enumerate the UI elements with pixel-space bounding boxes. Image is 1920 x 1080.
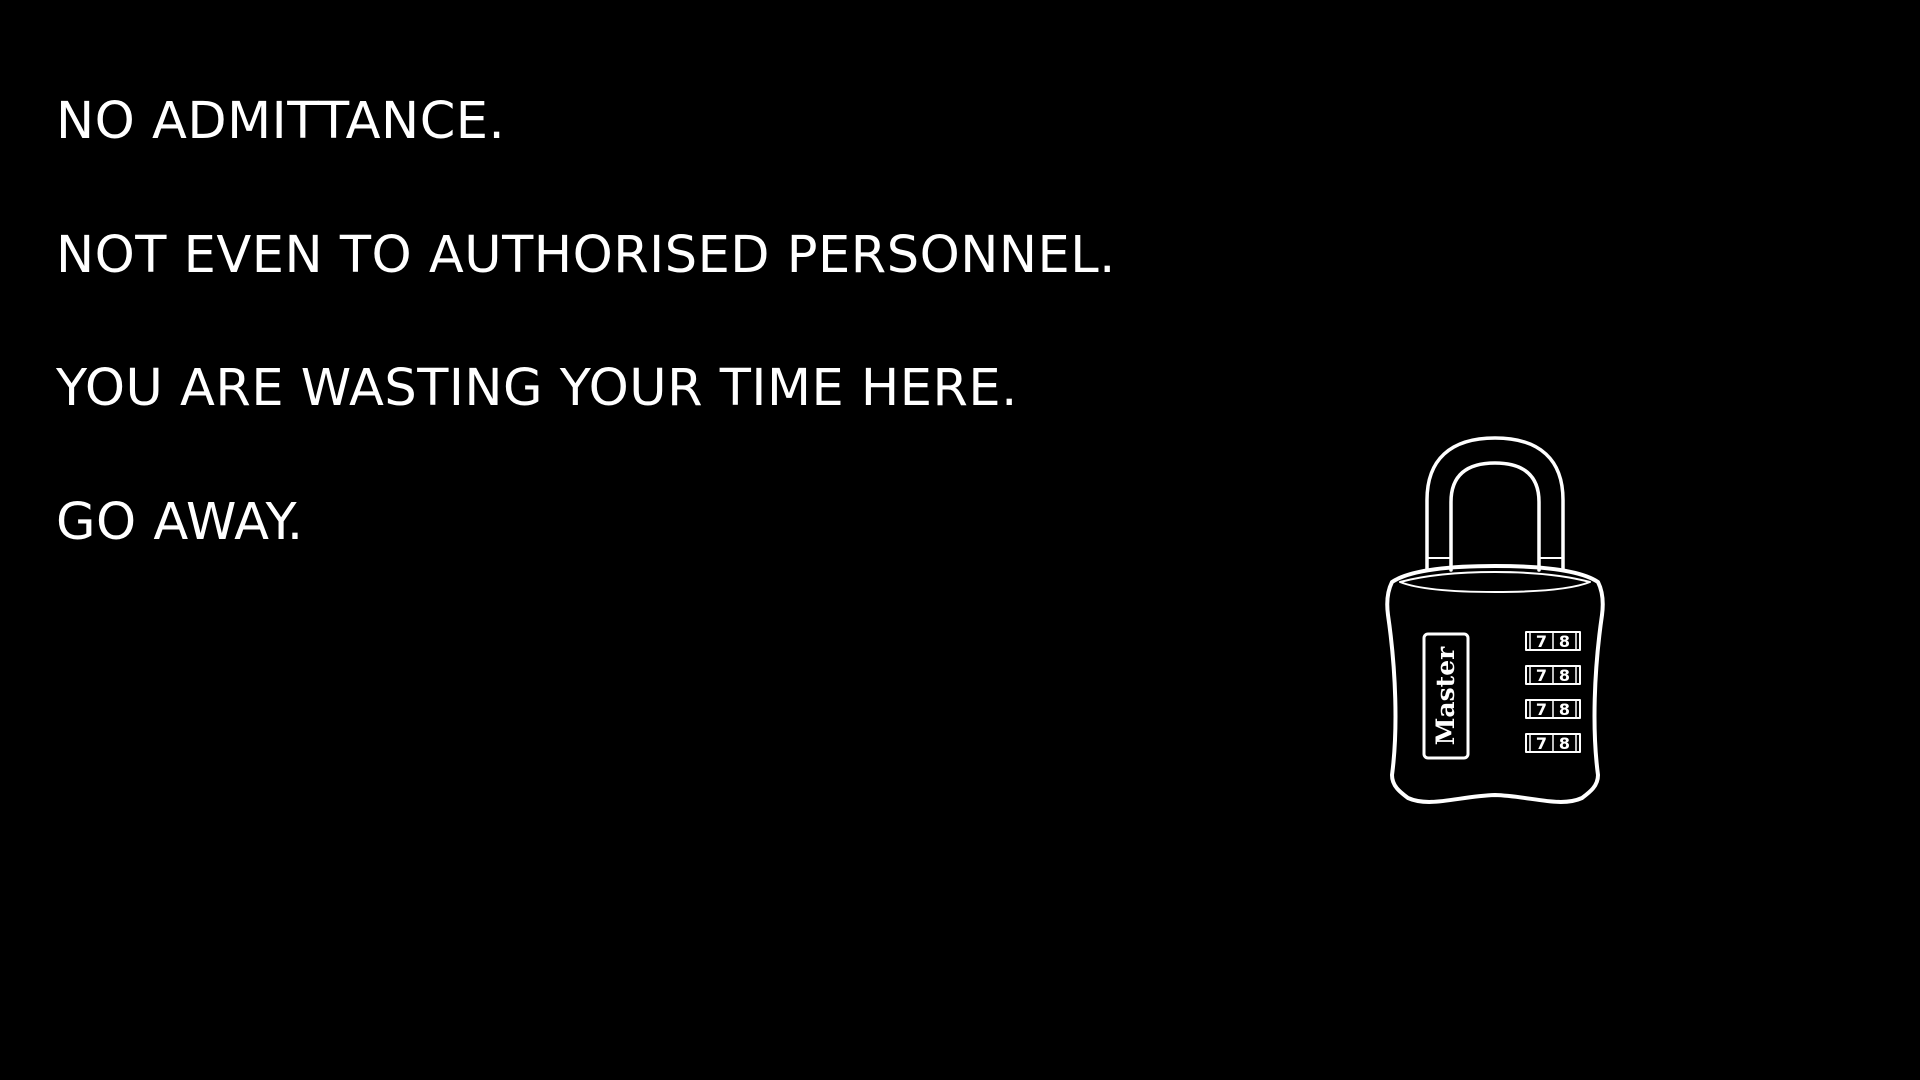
dial-digit-right: 8 — [1559, 734, 1570, 753]
padlock-dial: 7 8 — [1525, 631, 1581, 651]
padlock-dial: 7 8 — [1525, 733, 1581, 753]
no-admittance-screen: NO ADMITTANCE. NOT EVEN TO AUTHORISED PE… — [0, 0, 1920, 1080]
combination-padlock-icon: Master 7 8 7 8 7 8 7 8 — [1370, 430, 1620, 820]
padlock-brand-text: Master — [1431, 646, 1460, 745]
warning-line-go-away: GO AWAY. — [56, 492, 304, 552]
dial-digit-left: 7 — [1536, 734, 1547, 753]
warning-line-wasting-time: YOU ARE WASTING YOUR TIME HERE. — [56, 359, 1018, 418]
padlock-dial: 7 8 — [1525, 665, 1581, 685]
dial-digit-left: 7 — [1536, 700, 1547, 719]
warning-line-not-authorised: NOT EVEN TO AUTHORISED PERSONNEL. — [56, 225, 1116, 285]
warning-line-no-admittance: NO ADMITTANCE. — [56, 92, 506, 151]
dial-digit-right: 8 — [1559, 700, 1570, 719]
dial-digit-right: 8 — [1559, 666, 1570, 685]
padlock-dials: 7 8 7 8 7 8 7 8 — [1525, 631, 1581, 753]
padlock-dial: 7 8 — [1525, 699, 1581, 719]
dial-digit-left: 7 — [1536, 632, 1547, 651]
warning-messages: NO ADMITTANCE. NOT EVEN TO AUTHORISED PE… — [56, 92, 1116, 626]
dial-digit-left: 7 — [1536, 666, 1547, 685]
padlock-shackle — [1425, 436, 1565, 572]
dial-digit-right: 8 — [1559, 632, 1570, 651]
padlock-brand-plate: Master — [1422, 632, 1470, 760]
